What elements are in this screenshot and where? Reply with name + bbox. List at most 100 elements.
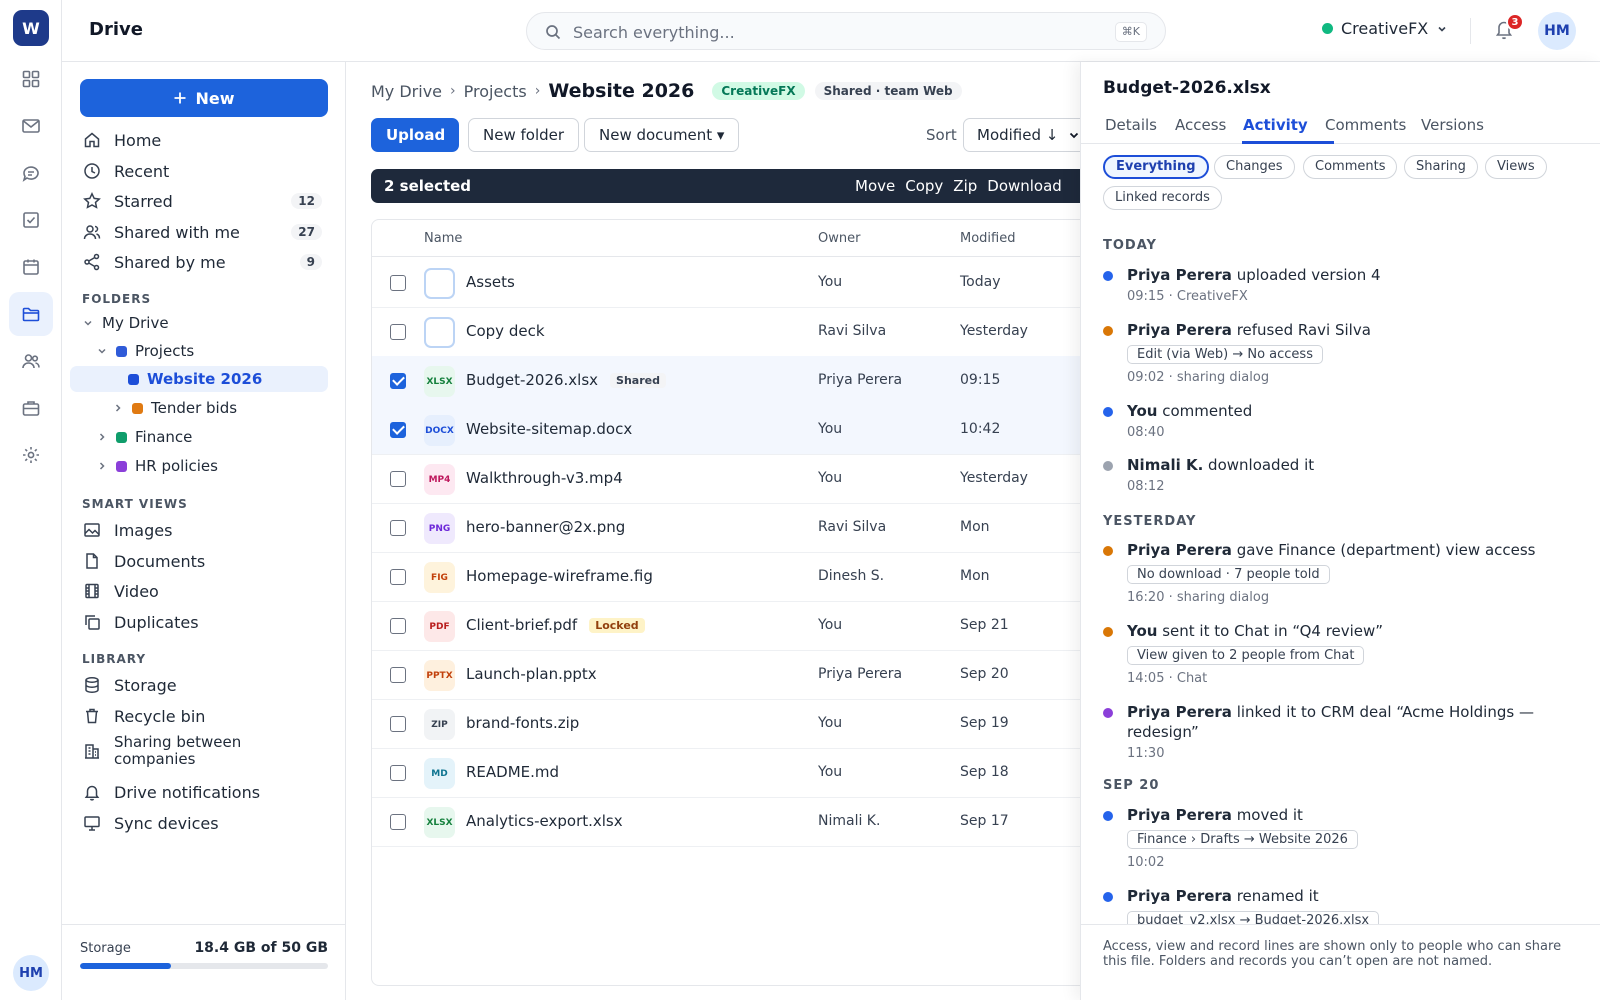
- table-row[interactable]: PDF Client-brief.pdf Locked You Sep 21: [372, 601, 1080, 651]
- company-switcher[interactable]: CreativeFX: [1322, 19, 1448, 38]
- file-name-cell[interactable]: Walkthrough-v3.mp4: [466, 469, 623, 487]
- tree-hr-policies[interactable]: HR policies: [96, 453, 328, 479]
- table-row[interactable]: XLSX Budget-2026.xlsx Shared Priya Perera 09…: [372, 356, 1080, 406]
- row-checkbox[interactable]: [390, 520, 406, 536]
- nav-duplicates[interactable]: Duplicates: [80, 607, 328, 637]
- nav-shared-with-me[interactable]: Shared with me 27: [80, 217, 328, 247]
- apps-grid-icon[interactable]: [9, 57, 53, 101]
- move-action[interactable]: Move: [855, 177, 895, 195]
- app-logo[interactable]: W: [13, 10, 49, 46]
- upload-button[interactable]: Upload: [371, 118, 459, 152]
- calendar-icon[interactable]: [9, 245, 53, 289]
- new-folder-button[interactable]: New folder: [468, 118, 580, 152]
- mail-icon[interactable]: [9, 104, 53, 148]
- new-button[interactable]: New: [80, 79, 328, 117]
- filter-linked-records[interactable]: Linked records: [1103, 186, 1222, 210]
- nav-video[interactable]: Video: [80, 576, 328, 606]
- row-checkbox[interactable]: [390, 814, 406, 830]
- file-name-cell[interactable]: Website-sitemap.docx: [466, 420, 632, 438]
- chevron-down-icon[interactable]: [82, 318, 94, 328]
- row-checkbox[interactable]: [390, 765, 406, 781]
- filter-everything[interactable]: Everything: [1103, 155, 1209, 179]
- nav-sharing-between-companies[interactable]: Sharing between companies: [80, 731, 328, 771]
- file-name-cell[interactable]: Budget-2026.xlsx Shared: [466, 371, 666, 389]
- people-icon[interactable]: [9, 339, 53, 383]
- gear-icon[interactable]: [9, 433, 53, 477]
- nav-recent[interactable]: Recent: [80, 156, 328, 186]
- sort-select[interactable]: Modified ↓: [963, 118, 1080, 152]
- user-avatar[interactable]: HM: [1538, 12, 1576, 50]
- table-row[interactable]: PNG hero-banner@2x.png Ravi Silva Mon: [372, 503, 1080, 553]
- file-name-cell[interactable]: Client-brief.pdf Locked: [466, 616, 645, 634]
- tab-access[interactable]: Access: [1175, 116, 1226, 134]
- tab-versions[interactable]: Versions: [1421, 116, 1484, 134]
- nav-documents[interactable]: Documents: [80, 546, 328, 576]
- table-row[interactable]: MP4 Walkthrough-v3.mp4 You Yesterday: [372, 454, 1080, 504]
- nav-sync-devices[interactable]: Sync devices: [80, 808, 328, 838]
- file-name-cell[interactable]: Launch-plan.pptx: [466, 665, 597, 683]
- row-checkbox[interactable]: [390, 422, 406, 438]
- file-name-cell[interactable]: brand-fonts.zip: [466, 714, 579, 732]
- rail-avatar[interactable]: HM: [13, 955, 49, 991]
- search-input[interactable]: [573, 20, 1053, 44]
- file-name-cell[interactable]: Homepage-wireframe.fig: [466, 567, 653, 585]
- table-row[interactable]: ZIP brand-fonts.zip You Sep 19: [372, 699, 1080, 749]
- filter-comments[interactable]: Comments: [1303, 155, 1398, 179]
- chat-icon[interactable]: [9, 151, 53, 195]
- file-name-cell[interactable]: Copy deck: [466, 322, 545, 340]
- breadcrumb-my-drive[interactable]: My Drive: [371, 82, 442, 101]
- file-name-cell[interactable]: Assets: [466, 273, 515, 291]
- table-row[interactable]: MD README.md You Sep 18: [372, 748, 1080, 798]
- nav-recycle-bin[interactable]: Recycle bin: [80, 701, 328, 731]
- breadcrumb-projects[interactable]: Projects: [464, 82, 527, 101]
- new-document-button[interactable]: New document ▾: [584, 118, 740, 152]
- row-checkbox[interactable]: [390, 618, 406, 634]
- table-row[interactable]: Copy deck Ravi Silva Yesterday: [372, 307, 1080, 357]
- column-name[interactable]: Name: [424, 231, 462, 246]
- column-modified[interactable]: Modified: [960, 231, 1015, 246]
- tree-tender-bids[interactable]: Tender bids: [112, 395, 328, 421]
- download-action[interactable]: Download: [987, 177, 1062, 195]
- tree-website-2026[interactable]: Website 2026: [70, 366, 328, 392]
- task-icon[interactable]: [9, 198, 53, 242]
- file-name-cell[interactable]: Analytics-export.xlsx: [466, 812, 623, 830]
- row-checkbox[interactable]: [390, 275, 406, 291]
- search-bar[interactable]: ⌘K: [526, 12, 1166, 50]
- row-checkbox[interactable]: [390, 373, 406, 389]
- zip-action[interactable]: Zip: [953, 177, 977, 195]
- table-row[interactable]: DOCX Website-sitemap.docx You 10:42: [372, 405, 1080, 455]
- filter-views[interactable]: Views: [1485, 155, 1547, 179]
- file-name-cell[interactable]: README.md: [466, 763, 559, 781]
- column-owner[interactable]: Owner: [818, 231, 860, 246]
- filter-sharing[interactable]: Sharing: [1404, 155, 1478, 179]
- briefcase-icon[interactable]: [9, 386, 53, 430]
- table-row[interactable]: XLSX Analytics-export.xlsx Nimali K. Sep 17: [372, 797, 1080, 847]
- nav-storage[interactable]: Storage: [80, 670, 328, 700]
- folder-icon[interactable]: [9, 292, 53, 336]
- tab-comments[interactable]: Comments: [1325, 116, 1406, 134]
- chevron-down-icon[interactable]: [96, 346, 108, 356]
- filter-changes[interactable]: Changes: [1214, 155, 1295, 179]
- table-row[interactable]: Assets You Today: [372, 258, 1080, 308]
- table-row[interactable]: FIG Homepage-wireframe.fig Dinesh S. Mon: [372, 552, 1080, 602]
- row-checkbox[interactable]: [390, 667, 406, 683]
- nav-shared-by-me[interactable]: Shared by me 9: [80, 247, 328, 277]
- file-name-cell[interactable]: hero-banner@2x.png: [466, 518, 625, 536]
- chevron-right-icon[interactable]: [96, 461, 108, 471]
- nav-starred[interactable]: Starred 12: [80, 186, 328, 216]
- tree-projects[interactable]: Projects: [96, 338, 328, 364]
- tree-my-drive[interactable]: My Drive: [82, 310, 328, 336]
- tree-finance[interactable]: Finance: [96, 424, 328, 450]
- nav-images[interactable]: Images: [80, 515, 328, 545]
- nav-home[interactable]: Home: [80, 125, 328, 155]
- chevron-right-icon[interactable]: [96, 432, 108, 442]
- copy-action[interactable]: Copy: [905, 177, 943, 195]
- tab-details[interactable]: Details: [1105, 116, 1157, 134]
- tab-activity[interactable]: Activity: [1243, 116, 1308, 134]
- table-row[interactable]: PPTX Launch-plan.pptx Priya Perera Sep 20: [372, 650, 1080, 700]
- row-checkbox[interactable]: [390, 324, 406, 340]
- chevron-right-icon[interactable]: [112, 403, 124, 413]
- row-checkbox[interactable]: [390, 471, 406, 487]
- row-checkbox[interactable]: [390, 569, 406, 585]
- row-checkbox[interactable]: [390, 716, 406, 732]
